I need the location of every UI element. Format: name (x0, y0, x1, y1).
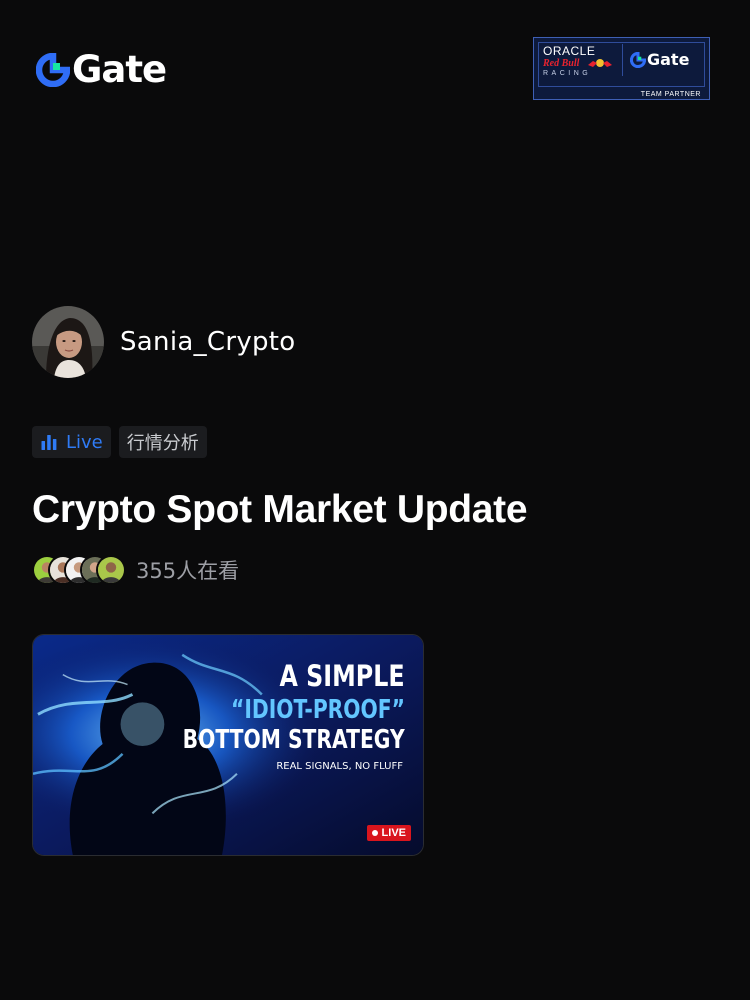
stream-tags: Live 行情分析 (32, 426, 207, 458)
thumbnail-headline-1: A SIMPLE (279, 659, 405, 693)
thumbnail-headline-2: “IDIOT-PROOF” (231, 695, 405, 725)
host-profile[interactable]: Sania_Crypto (32, 306, 296, 378)
oracle-wordmark: ORACLE (543, 44, 596, 58)
gate-logo-small-icon (630, 51, 646, 68)
live-badge: LIVE (366, 825, 411, 841)
topic-tag-label: 行情分析 (126, 433, 199, 454)
host-name[interactable]: Sania_Crypto (120, 327, 296, 357)
badge-gate-text: Gate (647, 50, 690, 69)
badge-divider (622, 44, 623, 76)
host-avatar[interactable] (32, 306, 104, 378)
live-badge-label: LIVE (381, 827, 406, 839)
stream-thumbnail[interactable]: A SIMPLE “IDIOT-PROOF” BOTTOM STRATEGY R… (32, 634, 424, 856)
topic-tag[interactable]: 行情分析 (118, 426, 207, 458)
viewer-count: 355人在看 (136, 559, 240, 583)
live-tag: Live (32, 426, 111, 458)
live-tag-label: Live (66, 431, 103, 453)
live-dot-icon (371, 830, 378, 836)
redbull-wordmark: Red Bull (543, 58, 580, 69)
thumbnail-subline: REAL SIGNALS, NO FLUFF (276, 761, 403, 772)
viewer-avatar (96, 555, 126, 585)
team-partner-badge: ORACLE Red Bull RACING Gate TEAM PARTNER (533, 37, 710, 100)
team-partner-label: TEAM PARTNER (640, 91, 701, 98)
brand-name: Gate (72, 48, 167, 91)
gate-logo-icon (36, 53, 70, 87)
gate-logo[interactable]: Gate (36, 48, 167, 91)
viewer-summary: 355人在看 (32, 554, 239, 586)
racing-wordmark: RACING (543, 70, 592, 77)
stream-title: Crypto Spot Market Update (32, 488, 528, 531)
viewer-avatar-stack (32, 554, 128, 586)
thumbnail-headline-3: BOTTOM STRATEGY (182, 725, 405, 755)
bar-chart-icon (41, 435, 57, 450)
badge-gate-logo: Gate (630, 50, 689, 69)
red-bull-icon (588, 59, 612, 67)
